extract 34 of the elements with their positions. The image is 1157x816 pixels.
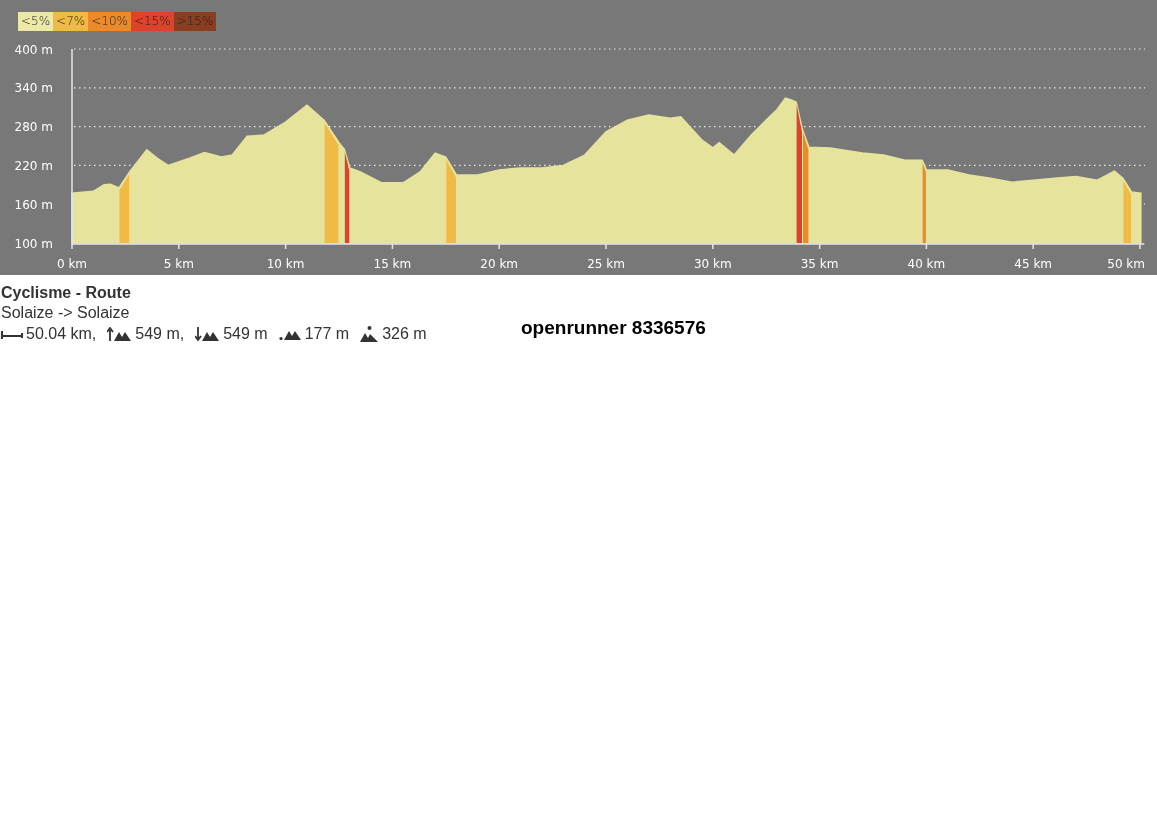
y-axis-label: 400 m — [14, 42, 53, 57]
route-text: Solaize -> Solaize — [1, 303, 131, 323]
summit-icon — [360, 326, 380, 342]
x-axis-label: 5 km — [163, 257, 194, 271]
y-axis-label: 160 m — [14, 197, 53, 212]
route-id: openrunner 8336576 — [521, 317, 706, 339]
x-axis-label: 10 km — [266, 257, 305, 271]
stat-value: 177 m — [304, 325, 350, 343]
x-axis-label: 0 km — [56, 257, 88, 271]
x-axis-label: 30 km — [693, 257, 732, 271]
x-axis-label: 40 km — [907, 257, 946, 271]
descent-icon — [195, 327, 221, 341]
grade-legend-item: <10% — [88, 12, 131, 31]
grade-legend-item: <7% — [53, 12, 89, 31]
stat-value: 50.04 km, — [26, 325, 97, 343]
grade-legend-item: <5% — [18, 12, 54, 31]
y-axis-label: 340 m — [14, 81, 53, 96]
grade-legend-item: <15% — [130, 12, 174, 31]
grade-legend-item: >15% — [173, 12, 217, 31]
x-axis-label: 50 km — [1107, 257, 1145, 271]
activity-title: Cyclisme - Route — [1, 283, 132, 303]
x-axis-label: 20 km — [480, 257, 519, 271]
y-axis-label: 280 m — [14, 120, 53, 135]
stat-value: 326 m — [382, 325, 427, 343]
x-axis-label: 15 km — [373, 257, 412, 271]
y-axis-label: 100 m — [14, 236, 53, 251]
ascent-icon — [107, 327, 133, 341]
x-axis-label: 35 km — [800, 257, 839, 271]
x-axis-label: 25 km — [587, 257, 625, 271]
distance-icon — [1, 328, 23, 340]
stat-value: 549 m, — [135, 325, 185, 343]
y-axis-label: 220 m — [14, 158, 53, 173]
stat-value: 549 m — [223, 325, 268, 343]
x-axis-label: 45 km — [1014, 257, 1053, 271]
